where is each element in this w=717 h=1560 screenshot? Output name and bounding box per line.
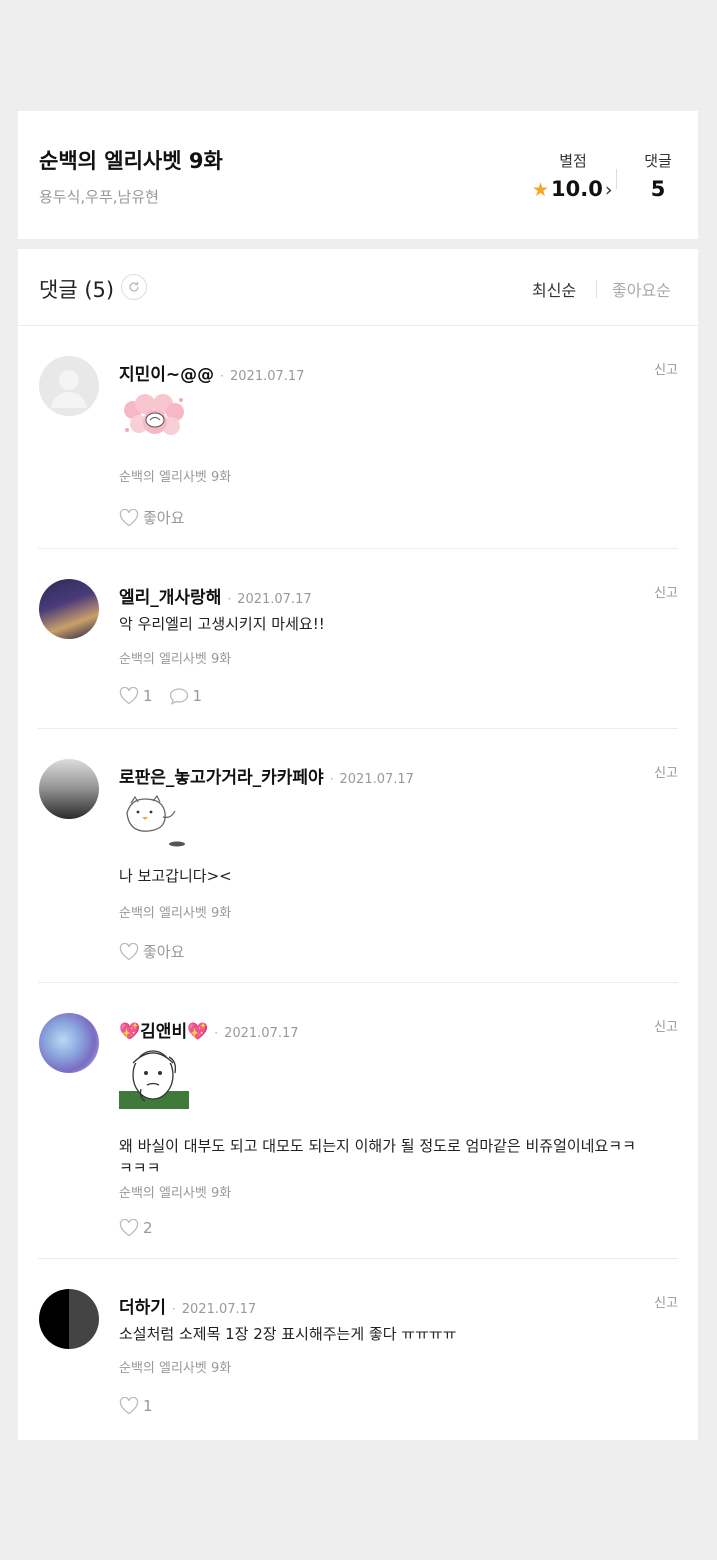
comment-item: 💖김앤비💖 · 2021.07.17 신고 왜 바실이 대부도 되고 대모도 되는지…: [18, 983, 698, 1259]
like-count: 좋아요: [143, 943, 185, 961]
star-icon: ★: [532, 179, 550, 201]
comment-text: 소설처럼 소제목 1장 2장 표시해주는게 좋다 ㅠㅠㅠㅠ: [119, 1325, 457, 1343]
avatar[interactable]: [39, 1289, 99, 1349]
episode-title: 순백의 엘리사벳 9화: [39, 149, 223, 173]
sticker-image: [119, 394, 189, 446]
sort-likes-tab[interactable]: 좋아요순: [612, 277, 671, 301]
rating-button[interactable]: ★10.0 ›: [532, 177, 612, 201]
comment-count-value: 5: [650, 177, 666, 201]
comment-date: 2021.07.17: [339, 772, 414, 787]
report-button[interactable]: 신고: [654, 1292, 678, 1311]
episode-header-card: 순백의 엘리사벳 9화 용두식,우푸,남유현 별점 ★10.0 › 댓글 5: [18, 111, 698, 239]
comment-count-label: 댓글: [644, 152, 672, 170]
default-avatar-icon: [51, 370, 87, 408]
like-button[interactable]: 1: [119, 687, 153, 705]
comment-item: 지민이~@@ · 2021.07.17 신고 순백의 엘리사벳 9화 좋아요: [18, 326, 698, 549]
comment-item: 로판은_놓고가거라_카카페야 · 2021.07.17 신고 나 보고갑니다>< 순…: [18, 729, 698, 983]
avatar[interactable]: [39, 1013, 99, 1073]
comment-text: 나 보고갑니다><: [119, 867, 232, 885]
refresh-icon: [129, 282, 139, 292]
heart-icon: [119, 508, 139, 526]
report-button[interactable]: 신고: [654, 359, 678, 378]
comment-episode-ref[interactable]: 순백의 엘리사벳 9화: [119, 1357, 231, 1376]
report-button[interactable]: 신고: [654, 1016, 678, 1035]
avatar[interactable]: [39, 759, 99, 819]
comment-date: 2021.07.17: [237, 592, 312, 607]
comments-card: 댓글 (5) 최신순 좋아요순 지민이~@@ · 2021.07.17 신고 순백의…: [18, 249, 698, 1440]
comment-text: 왜 바실이 대부도 되고 대모도 되는지 이해가 될 정도로 엄마같은 비쥬얼이…: [119, 1137, 636, 1177]
like-count: 1: [143, 687, 153, 705]
comment-episode-ref[interactable]: 순백의 엘리사벳 9화: [119, 1182, 231, 1201]
comment-username[interactable]: 더하기: [119, 1298, 166, 1318]
comment-username[interactable]: 엘리_개사랑해: [119, 588, 221, 608]
comment-date: 2021.07.17: [230, 369, 305, 384]
comments-title: 댓글 (5): [39, 278, 115, 302]
sticker-image: [119, 1039, 189, 1113]
sort-divider: [596, 280, 597, 298]
comment-date: 2021.07.17: [224, 1026, 299, 1041]
heart-icon: [119, 687, 139, 705]
heart-icon: [119, 1219, 139, 1237]
sticker-image: [119, 794, 189, 855]
comment-episode-ref[interactable]: 순백의 엘리사벳 9화: [119, 648, 231, 667]
sort-latest-tab[interactable]: 최신순: [532, 277, 576, 301]
comment-text: 악 우리엘리 고생시키지 마세요!!: [119, 615, 325, 633]
like-button[interactable]: 좋아요: [119, 941, 184, 962]
report-button[interactable]: 신고: [654, 582, 678, 601]
episode-authors: 용두식,우푸,남유현: [39, 188, 159, 206]
like-count: 1: [143, 1397, 153, 1415]
heart-icon: [119, 1397, 139, 1415]
speech-bubble-icon: [169, 688, 188, 705]
comment-item: 더하기 · 2021.07.17 신고 소설처럼 소제목 1장 2장 표시해주는게 …: [18, 1259, 698, 1440]
report-button[interactable]: 신고: [654, 762, 678, 781]
like-button[interactable]: 1: [119, 1397, 153, 1415]
rating-value: 10.0: [551, 177, 603, 201]
reply-button[interactable]: 1: [169, 687, 203, 705]
refresh-button[interactable]: [121, 274, 147, 300]
stat-divider: [616, 169, 617, 189]
heart-icon: [119, 942, 139, 960]
comment-username[interactable]: 로판은_놓고가거라_카카페야: [119, 768, 324, 788]
reply-count: 1: [192, 687, 203, 705]
rating-label: 별점: [559, 152, 587, 170]
comment-episode-ref[interactable]: 순백의 엘리사벳 9화: [119, 902, 231, 921]
comments-header: 댓글 (5) 최신순 좋아요순: [18, 249, 698, 326]
like-button[interactable]: 2: [119, 1219, 153, 1237]
comment-date: 2021.07.17: [181, 1302, 257, 1317]
comment-username[interactable]: 지민이~@@: [119, 365, 214, 385]
like-button[interactable]: 좋아요: [119, 507, 184, 528]
chevron-right-icon: ›: [604, 179, 613, 201]
like-count: 2: [143, 1219, 153, 1237]
avatar[interactable]: [39, 356, 99, 416]
like-count: 좋아요: [143, 509, 185, 527]
comment-episode-ref[interactable]: 순백의 엘리사벳 9화: [119, 466, 231, 485]
comment-item: 엘리_개사랑해 · 2021.07.17 신고 악 우리엘리 고생시키지 마세요!!…: [18, 549, 698, 729]
avatar[interactable]: [39, 579, 99, 639]
